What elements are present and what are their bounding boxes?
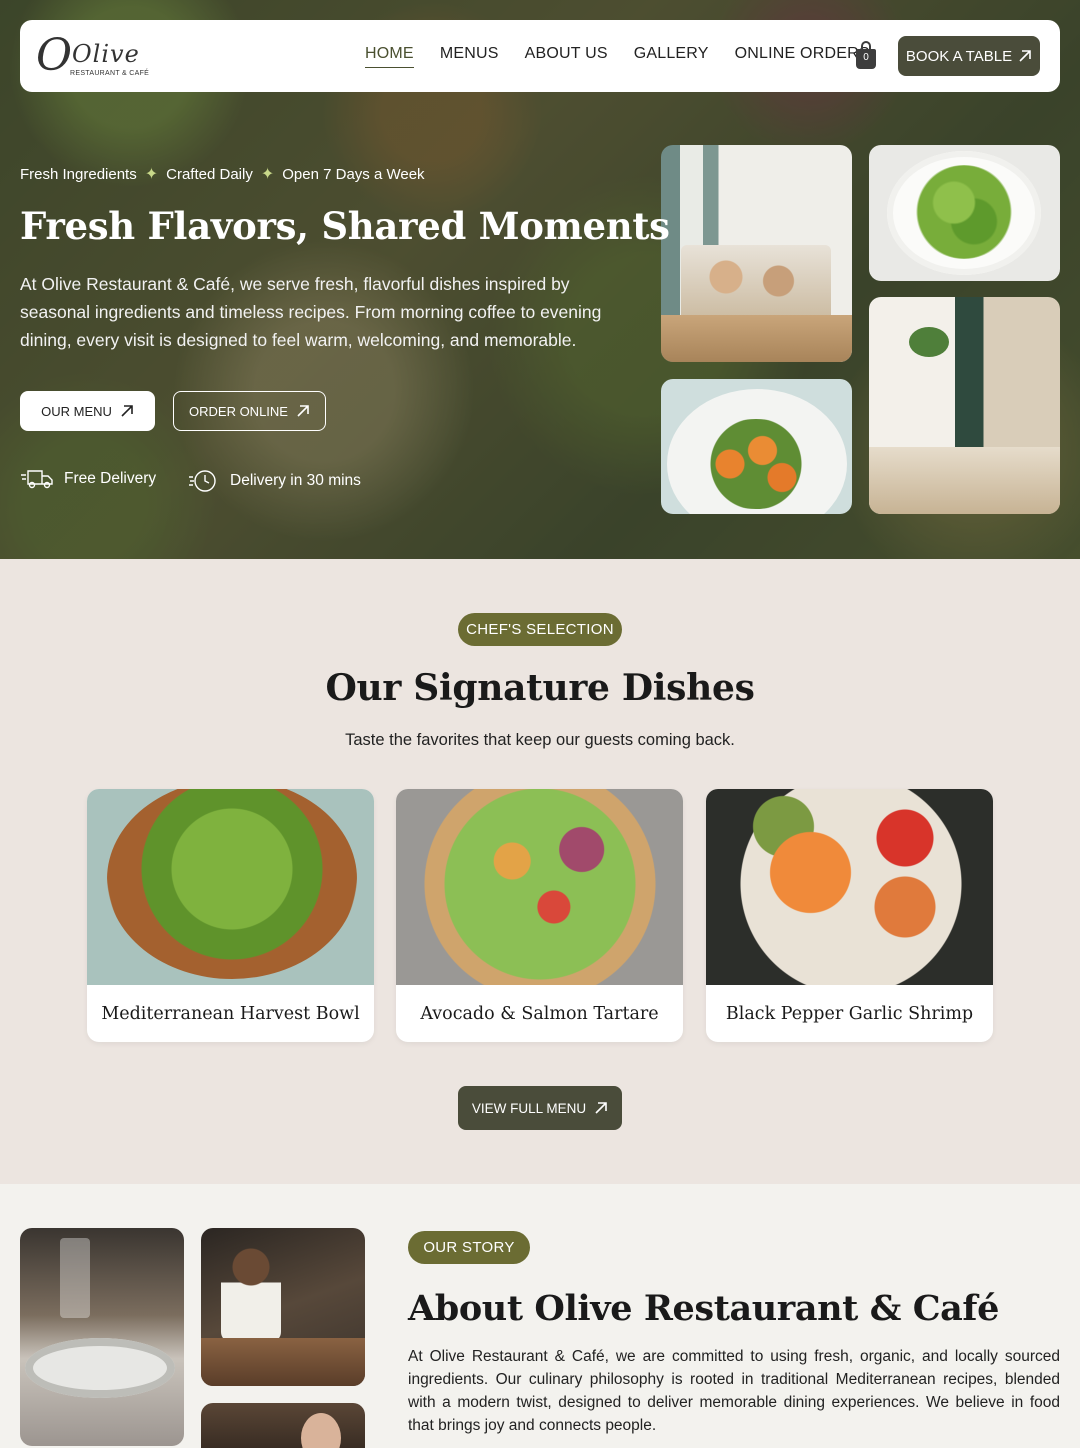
view-full-menu-button[interactable]: VIEW FULL MENU [458,1086,622,1130]
nav-link-online-orders[interactable]: ONLINE ORDERS [735,45,870,68]
book-a-table-button[interactable]: BOOK A TABLE [898,36,1040,76]
about-image-guest-smiling [201,1403,365,1448]
perk-free-delivery: Free Delivery [20,468,156,490]
about-section: OUR STORY About Olive Restaurant & Café … [0,1184,1080,1448]
arrow-up-right-icon [594,1101,608,1115]
hero-tag: Crafted Daily [166,165,253,183]
section-title: Our Signature Dishes [325,667,755,709]
dish-name: Mediterranean Harvest Bowl [101,1003,360,1024]
shopping-bag-icon[interactable]: 0 [852,40,880,70]
book-a-table-label: BOOK A TABLE [905,47,1013,65]
signature-dishes-section: CHEF'S SELECTION Our Signature Dishes Ta… [0,559,1080,1184]
order-online-label: ORDER ONLINE [189,403,288,419]
hero-tags: Fresh Ingredients ✦ Crafted Daily ✦ Open… [20,164,425,184]
top-navigation: O Olive RESTAURANT & CAFÉ HOME MENUS ABO… [20,20,1060,92]
logo-subtitle: RESTAURANT & CAFÉ [70,70,150,77]
dish-card[interactable]: Avocado & Salmon Tartare [396,789,683,1042]
hero-tag: Open 7 Days a Week [282,165,425,183]
arrow-up-right-icon [1018,49,1032,63]
hero-image-dining-room [661,145,852,362]
perk-label: Delivery in 30 mins [230,472,361,489]
nav-link-menus[interactable]: MENUS [440,45,499,68]
olive-logo[interactable]: O Olive RESTAURANT & CAFÉ [36,26,150,86]
dish-card[interactable]: Black Pepper Garlic Shrimp [706,789,993,1042]
nav-link-home[interactable]: HOME [365,45,414,68]
arrow-up-right-icon [120,404,134,418]
hero-image-shrimp-salad [661,379,852,514]
our-menu-label: OUR MENU [41,403,112,419]
nav-link-about-us[interactable]: ABOUT US [525,45,608,68]
logo-wordmark: Olive [72,40,140,68]
nav-links: HOME MENUS ABOUT US GALLERY ONLINE ORDER… [365,20,870,92]
about-image-guest-eating [201,1228,365,1386]
sparkle-icon: ✦ [260,166,275,183]
perk-label: Free Delivery [64,470,157,487]
clock-icon [188,468,220,494]
chefs-selection-badge: CHEF'S SELECTION [458,613,622,646]
nav-link-gallery[interactable]: GALLERY [634,45,709,68]
sparkle-icon: ✦ [144,166,159,183]
our-menu-button[interactable]: OUR MENU [20,391,155,431]
view-full-menu-label: VIEW FULL MENU [471,1100,587,1116]
hero-title: Fresh Flavors, Shared Moments [20,204,670,248]
arrow-up-right-icon [296,404,310,418]
our-story-badge: OUR STORY [408,1231,530,1264]
about-description: At Olive Restaurant & Café, we are commi… [408,1348,1060,1434]
cart-count-badge: 0 [863,52,869,63]
dish-name: Black Pepper Garlic Shrimp [725,1003,974,1024]
dish-name: Avocado & Salmon Tartare [420,1003,659,1024]
hero-image-green-salad [869,145,1060,281]
about-title: About Olive Restaurant & Café [408,1288,999,1329]
hero-description: At Olive Restaurant & Café, we serve fre… [20,274,602,350]
dish-image [396,789,683,985]
dish-card[interactable]: Mediterranean Harvest Bowl [87,789,374,1042]
dish-image [87,789,374,985]
delivery-truck-icon [20,468,54,490]
hero-section: Fresh Ingredients ✦ Crafted Daily ✦ Open… [0,0,1080,559]
hero-image-restaurant-interior [869,297,1060,514]
about-image-plated-dish [20,1228,184,1446]
hero-tag: Fresh Ingredients [20,165,137,183]
logo-initial: O [36,30,73,81]
dish-image [706,789,993,985]
section-subtitle: Taste the favorites that keep our guests… [345,731,735,749]
order-online-button[interactable]: ORDER ONLINE [173,391,326,431]
perk-fast-delivery: Delivery in 30 mins [188,468,361,494]
